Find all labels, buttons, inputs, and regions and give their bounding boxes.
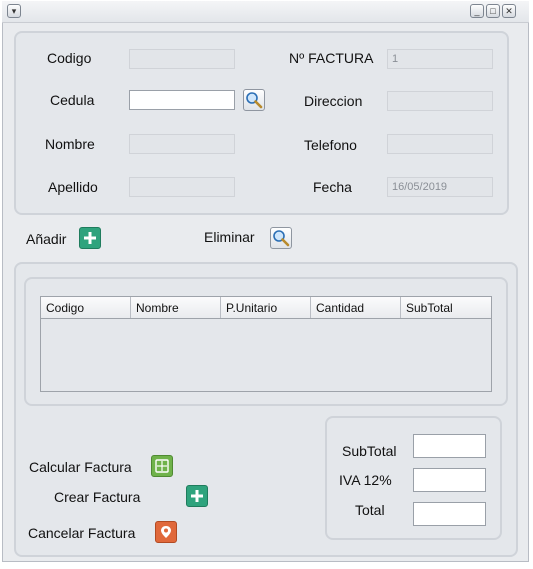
apellido-label: Apellido bbox=[48, 179, 98, 195]
nombre-label: Nombre bbox=[45, 136, 95, 152]
title-bar: ▾ _ □ ✕ bbox=[2, 1, 529, 23]
telefono-field[interactable] bbox=[387, 134, 493, 154]
plus-icon[interactable] bbox=[79, 227, 101, 249]
fecha-label: Fecha bbox=[313, 179, 352, 195]
cancel-label: Cancelar Factura bbox=[28, 525, 136, 541]
magnifier-icon[interactable] bbox=[270, 227, 292, 249]
direccion-label: Direccion bbox=[304, 93, 363, 109]
column-header-punitario[interactable]: P.Unitario bbox=[221, 297, 311, 318]
cancel-icon[interactable] bbox=[155, 521, 177, 543]
column-header-codigo[interactable]: Codigo bbox=[41, 297, 131, 318]
subtotal-label: SubTotal bbox=[342, 443, 397, 459]
direccion-field[interactable] bbox=[387, 91, 493, 111]
nombre-field[interactable] bbox=[129, 134, 235, 154]
codigo-field[interactable] bbox=[129, 49, 235, 69]
column-header-nombre[interactable]: Nombre bbox=[131, 297, 221, 318]
total-label: Total bbox=[355, 502, 385, 518]
calculator-icon[interactable] bbox=[151, 455, 173, 477]
close-icon[interactable]: ✕ bbox=[502, 4, 516, 18]
total-field[interactable] bbox=[413, 502, 486, 526]
cedula-field[interactable] bbox=[129, 90, 235, 110]
remove-label: Eliminar bbox=[204, 229, 255, 245]
iva-field[interactable] bbox=[413, 468, 486, 492]
telefono-label: Telefono bbox=[304, 137, 357, 153]
subtotal-field[interactable] bbox=[413, 434, 486, 458]
dropdown-arrow-icon[interactable]: ▾ bbox=[7, 4, 21, 18]
plus-icon[interactable] bbox=[186, 485, 208, 507]
factura-field[interactable]: 1 bbox=[387, 49, 493, 69]
iva-label: IVA 12% bbox=[339, 472, 392, 488]
apellido-field[interactable] bbox=[129, 177, 235, 197]
column-header-cantidad[interactable]: Cantidad bbox=[311, 297, 401, 318]
magnifier-icon[interactable] bbox=[243, 89, 265, 111]
items-table[interactable]: Codigo Nombre P.Unitario Cantidad SubTot… bbox=[40, 296, 492, 392]
create-label: Crear Factura bbox=[54, 489, 141, 505]
maximize-icon[interactable]: □ bbox=[486, 4, 500, 18]
factura-label: Nº FACTURA bbox=[289, 50, 374, 66]
cedula-label: Cedula bbox=[50, 92, 95, 108]
fecha-field[interactable]: 16/05/2019 bbox=[387, 177, 493, 197]
codigo-label: Codigo bbox=[47, 50, 92, 66]
add-label: Añadir bbox=[26, 231, 67, 247]
column-header-subtotal[interactable]: SubTotal bbox=[401, 297, 491, 318]
minimize-icon[interactable]: _ bbox=[470, 4, 484, 18]
calculate-label: Calcular Factura bbox=[29, 459, 132, 475]
table-header: Codigo Nombre P.Unitario Cantidad SubTot… bbox=[41, 297, 491, 319]
